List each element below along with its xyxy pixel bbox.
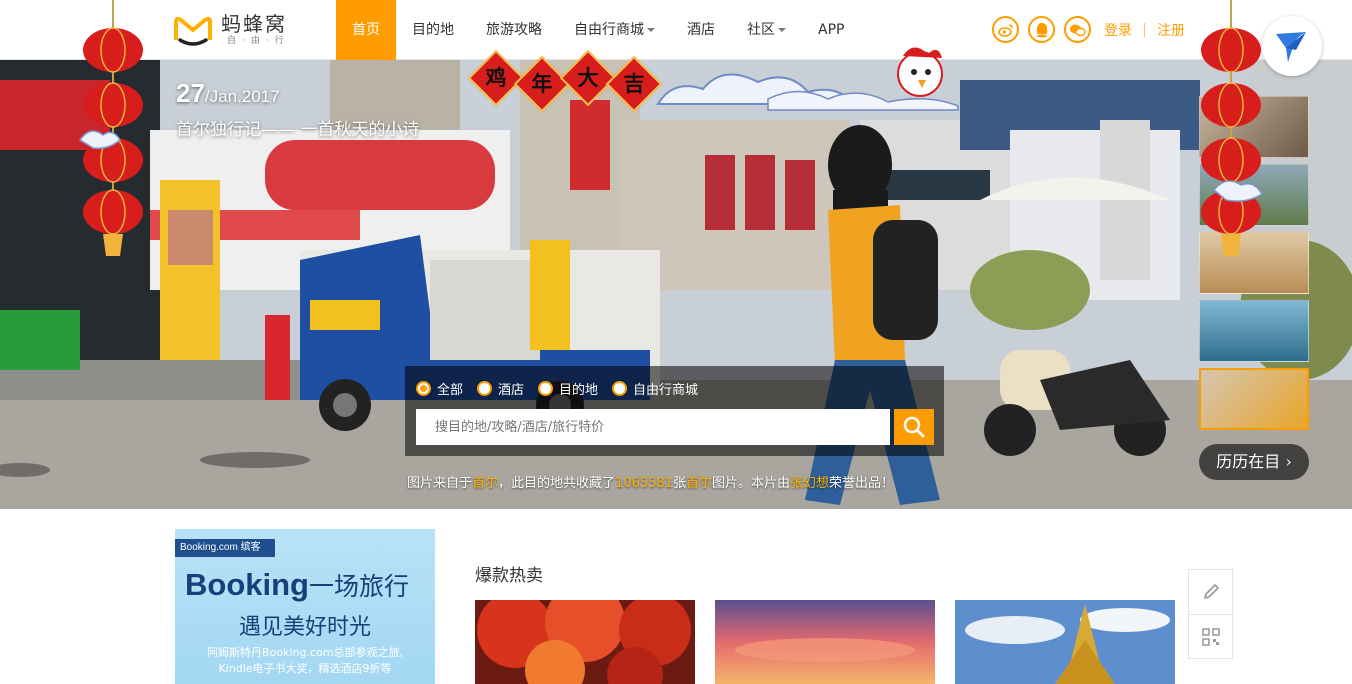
radio-mall-indicator bbox=[612, 381, 628, 396]
radio-hotel[interactable]: 酒店 bbox=[477, 379, 524, 398]
edit-button[interactable] bbox=[1189, 570, 1232, 614]
ad-brand: Booking一场旅行 bbox=[185, 567, 409, 603]
radio-all-label: 全部 bbox=[437, 383, 464, 398]
caption-part-4: 图片。本片由 bbox=[711, 476, 790, 491]
ad-fine-line-2: Kindle电子书大奖，精选酒店9折等 bbox=[218, 662, 392, 675]
wechat-glyph bbox=[1070, 24, 1086, 36]
ad-fine-print: 阿姆斯特丹Booking.com总部参观之旅, Kindle电子书大奖，精选酒店… bbox=[175, 645, 435, 677]
radio-destination-label: 目的地 bbox=[559, 383, 599, 398]
hero-thumbnail-5[interactable] bbox=[1199, 368, 1309, 430]
qq-icon[interactable] bbox=[1028, 16, 1055, 43]
banner-char-2: 年 bbox=[531, 71, 553, 96]
hot-sale-card-2[interactable] bbox=[715, 600, 935, 684]
qq-glyph bbox=[1036, 22, 1047, 37]
card-image-golden-pagoda bbox=[955, 600, 1175, 684]
radio-mall-label: 自由行商城 bbox=[633, 383, 699, 398]
post-day: 27 bbox=[176, 78, 205, 108]
booking-ad[interactable]: Booking.com 缤客 Booking一场旅行 遇见美好时光 阿姆斯特丹B… bbox=[175, 529, 435, 684]
left-lantern-string-icon bbox=[78, 0, 143, 256]
radio-all[interactable]: 全部 bbox=[416, 379, 463, 398]
post-date: 27/Jan.2017 bbox=[176, 78, 280, 109]
brand-name: 蚂蜂窝 bbox=[221, 12, 287, 36]
hero-thumbnail-4[interactable] bbox=[1199, 300, 1309, 362]
register-link[interactable]: 注册 bbox=[1157, 20, 1185, 40]
hero-headline[interactable]: 首尔独行记—— 一首秋天的小诗 bbox=[176, 115, 419, 140]
ad-fine-line-1: 阿姆斯特丹Booking.com总部参观之旅, bbox=[207, 646, 403, 659]
floating-side-tools bbox=[1188, 569, 1233, 659]
radio-destination[interactable]: 目的地 bbox=[538, 379, 598, 398]
search-icon bbox=[903, 416, 925, 438]
page: 27/Jan.2017 首尔独行记—— 一首秋天的小诗 全部 酒店 目的地 自由… bbox=[0, 0, 1352, 684]
radio-all-indicator bbox=[416, 381, 431, 396]
qrcode-icon bbox=[1201, 627, 1220, 646]
banner-char-3: 大 bbox=[577, 65, 599, 90]
nav-community-label: 社区 bbox=[747, 22, 775, 38]
radio-hotel-indicator bbox=[477, 381, 493, 396]
card-image-sunset-sky bbox=[715, 600, 935, 684]
auth-divider bbox=[1144, 22, 1145, 37]
search-category-radios: 全部 酒店 目的地 自由行商城 bbox=[416, 379, 712, 398]
radio-mall[interactable]: 自由行商城 bbox=[612, 379, 698, 398]
search-button[interactable] bbox=[894, 409, 934, 445]
nav-app-label: APP bbox=[818, 22, 845, 38]
nav-hotels-label: 酒店 bbox=[687, 22, 715, 38]
nav-home[interactable]: 首页 bbox=[336, 0, 396, 60]
caption-part-5: 荣誉出品！ bbox=[829, 476, 895, 491]
hot-sale-card-3[interactable] bbox=[955, 600, 1175, 684]
post-month-year: /Jan.2017 bbox=[204, 87, 280, 106]
auth-links: 登录 注册 bbox=[1104, 20, 1185, 40]
caption-part-3: 张 bbox=[672, 476, 686, 491]
chevron-down-icon bbox=[647, 28, 655, 32]
weibo-glyph bbox=[997, 23, 1013, 37]
caption-part-2: ，此目的地共收藏了 bbox=[498, 476, 616, 491]
weibo-icon[interactable] bbox=[992, 16, 1019, 43]
caption-author-link[interactable]: 张幻想 bbox=[790, 476, 829, 491]
nav-destinations-label: 目的地 bbox=[412, 22, 454, 38]
banner-char-1: 鸡 bbox=[485, 65, 507, 90]
edit-icon bbox=[1203, 584, 1219, 599]
swallow-app-icon bbox=[1276, 32, 1306, 62]
brand-tagline: 自·由·行 bbox=[227, 36, 290, 46]
wechat-icon[interactable] bbox=[1064, 16, 1091, 43]
right-lantern-string-icon bbox=[1201, 0, 1264, 256]
hot-sale-title: 爆款热卖 bbox=[475, 566, 543, 586]
ad-subtitle: 遇见美好时光 bbox=[238, 615, 371, 640]
login-link[interactable]: 登录 bbox=[1104, 20, 1132, 40]
site-logo[interactable]: 蚂蜂窝 自·由·行 bbox=[173, 12, 290, 48]
hero-banner: 27/Jan.2017 首尔独行记—— 一首秋天的小诗 全部 酒店 目的地 自由… bbox=[0, 60, 1352, 509]
hot-sale-card-1[interactable] bbox=[475, 600, 695, 684]
banner-char-4: 吉 bbox=[623, 71, 645, 96]
ad-brand-cn: 一场旅行 bbox=[309, 572, 410, 601]
caption-part-1: 图片来自于 bbox=[407, 476, 473, 491]
card-image-autumn-leaves bbox=[475, 600, 695, 684]
caption-place-link-2[interactable]: 首尔 bbox=[686, 476, 712, 491]
ad-brand-en: Booking bbox=[185, 567, 309, 602]
radio-hotel-label: 酒店 bbox=[498, 383, 525, 398]
nav-travel-guides-label: 旅游攻略 bbox=[486, 22, 542, 38]
nav-home-label: 首页 bbox=[352, 22, 380, 38]
nav-mall-label: 自由行商城 bbox=[574, 22, 644, 38]
new-year-banner: 鸡 年 大 吉 bbox=[458, 44, 978, 124]
caption-place-link-1[interactable]: 首尔 bbox=[472, 476, 498, 491]
logo-icon bbox=[174, 16, 212, 46]
radio-destination-indicator bbox=[538, 381, 554, 396]
photo-caption: 图片来自于首尔，此目的地共收藏了1065581张首尔图片。本片由张幻想荣誉出品！ bbox=[407, 472, 894, 491]
caption-photo-count: 1065581 bbox=[615, 476, 673, 491]
search-panel: 全部 酒店 目的地 自由行商城 bbox=[405, 366, 944, 456]
ad-tag: Booking.com 缤客 bbox=[175, 539, 275, 557]
history-calendar-button[interactable]: 历历在目 › bbox=[1199, 444, 1309, 480]
chevron-down-icon bbox=[778, 28, 786, 32]
search-input[interactable] bbox=[416, 409, 890, 445]
social-login-area: 登录 注册 bbox=[992, 16, 1185, 43]
qrcode-button[interactable] bbox=[1189, 614, 1232, 658]
app-download-badge[interactable] bbox=[1262, 16, 1322, 76]
logo-text: 蚂蜂窝 自·由·行 bbox=[221, 13, 290, 47]
